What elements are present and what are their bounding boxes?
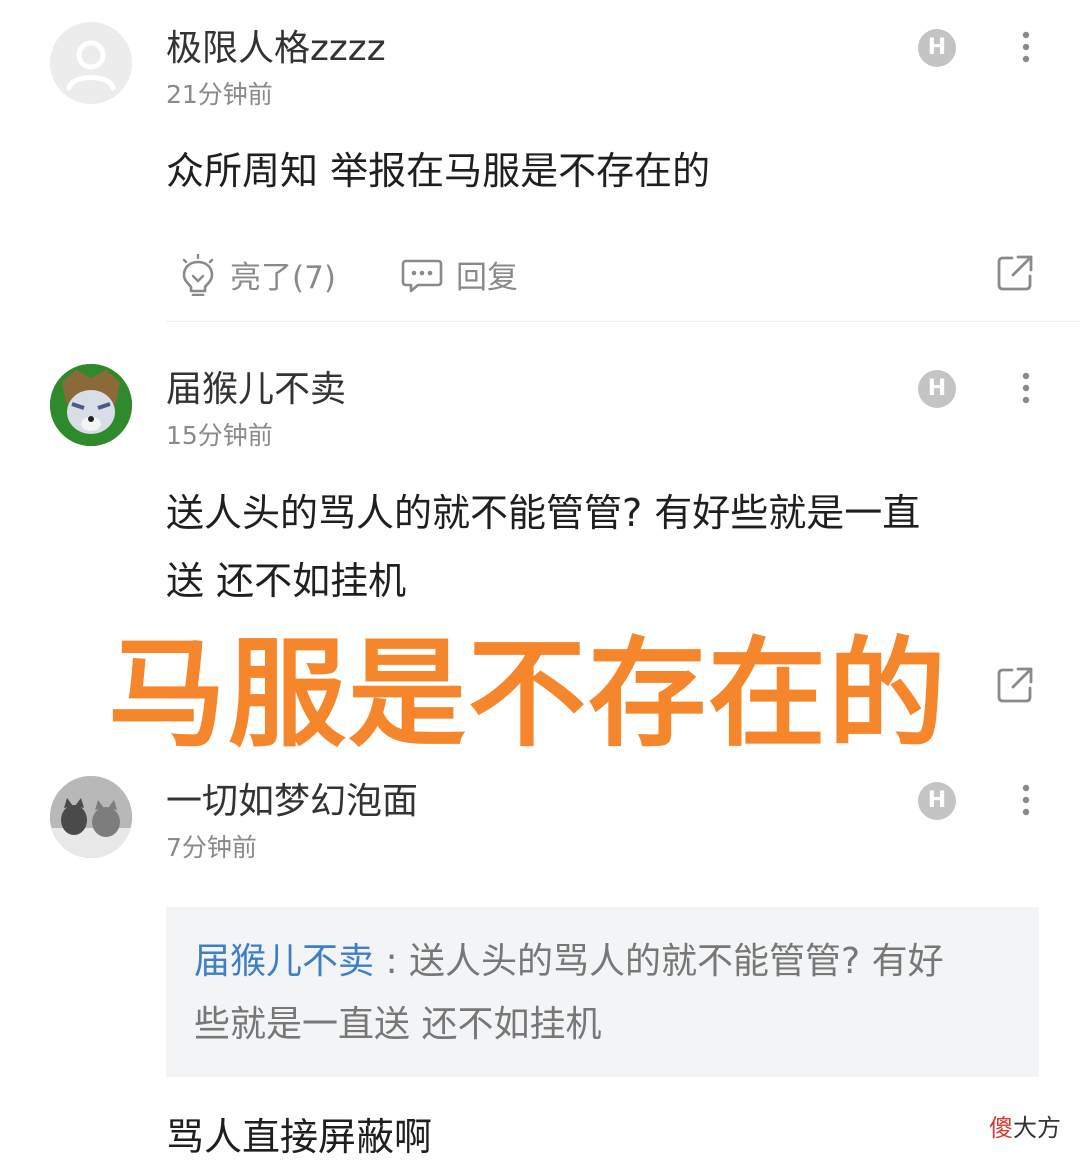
share-button[interactable]: [994, 252, 1036, 294]
avatar[interactable]: [50, 22, 132, 104]
overlay-caption: 马服是不存在的: [108, 625, 949, 763]
quoted-comment-line: 些就是一直送 还不如挂机: [194, 1004, 602, 1045]
divider: [166, 321, 1080, 322]
avatar[interactable]: [50, 776, 132, 858]
avatar-placeholder-icon: [50, 22, 132, 104]
share-icon: [997, 667, 1033, 703]
more-options-button[interactable]: [1008, 368, 1044, 408]
like-button[interactable]: 亮了(7): [178, 252, 336, 297]
more-options-button[interactable]: [1008, 780, 1044, 820]
watermark: 傻大方: [989, 1108, 1061, 1143]
more-options-button[interactable]: [1008, 27, 1044, 67]
reply-label: 回复: [456, 260, 518, 296]
timestamp: 21分钟前: [166, 80, 273, 109]
comment-text: 送人头的骂人的就不能管管? 有好些就是一直: [166, 491, 921, 535]
share-icon: [997, 255, 1033, 291]
username[interactable]: 届猴儿不卖: [166, 368, 346, 412]
quote-separator: :: [374, 941, 410, 982]
like-count-label: 亮了(7): [230, 260, 336, 296]
comment-text: 送 还不如挂机: [166, 559, 407, 603]
level-badge: H: [918, 782, 956, 820]
level-badge: H: [918, 370, 956, 408]
quoted-text: 送人头的骂人的就不能管管? 有好: [409, 941, 944, 982]
timestamp: 15分钟前: [166, 421, 273, 450]
username[interactable]: 一切如梦幻泡面: [166, 780, 418, 824]
more-vertical-icon: [1022, 784, 1030, 816]
lightbulb-icon: [182, 253, 214, 296]
timestamp: 7分钟前: [166, 833, 257, 862]
username[interactable]: 极限人格zzzz: [166, 27, 386, 71]
chat-bubble-icon: [401, 259, 443, 292]
avatar[interactable]: [50, 364, 132, 446]
more-vertical-icon: [1022, 372, 1030, 404]
share-button[interactable]: [994, 664, 1036, 706]
watermark-dark-text: 大方: [1013, 1114, 1061, 1142]
quoted-comment-line: 届猴儿不卖 : 送人头的骂人的就不能管管? 有好: [194, 940, 944, 984]
quoted-author-link[interactable]: 届猴儿不卖: [194, 941, 374, 982]
watermark-red-text: 傻: [989, 1114, 1013, 1142]
reply-button[interactable]: 回复: [400, 252, 518, 297]
comment-text: 骂人直接屏蔽啊: [166, 1115, 433, 1159]
more-vertical-icon: [1022, 31, 1030, 63]
quoted-comment[interactable]: [166, 907, 1039, 1077]
comment-text: 众所周知 举报在马服是不存在的: [166, 149, 711, 193]
level-badge: H: [918, 29, 956, 67]
